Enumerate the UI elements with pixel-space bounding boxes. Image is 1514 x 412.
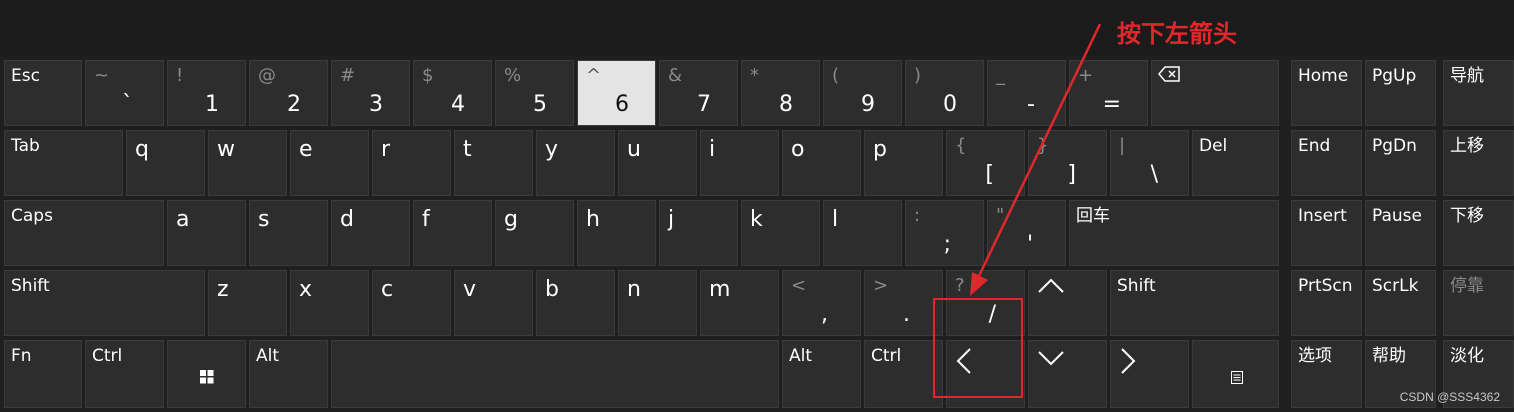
annotation-arrow bbox=[970, 23, 1102, 296]
annotation-text: 按下左箭头 bbox=[1117, 20, 1237, 48]
watermark: CSDN @SSS4362 bbox=[1399, 390, 1500, 404]
